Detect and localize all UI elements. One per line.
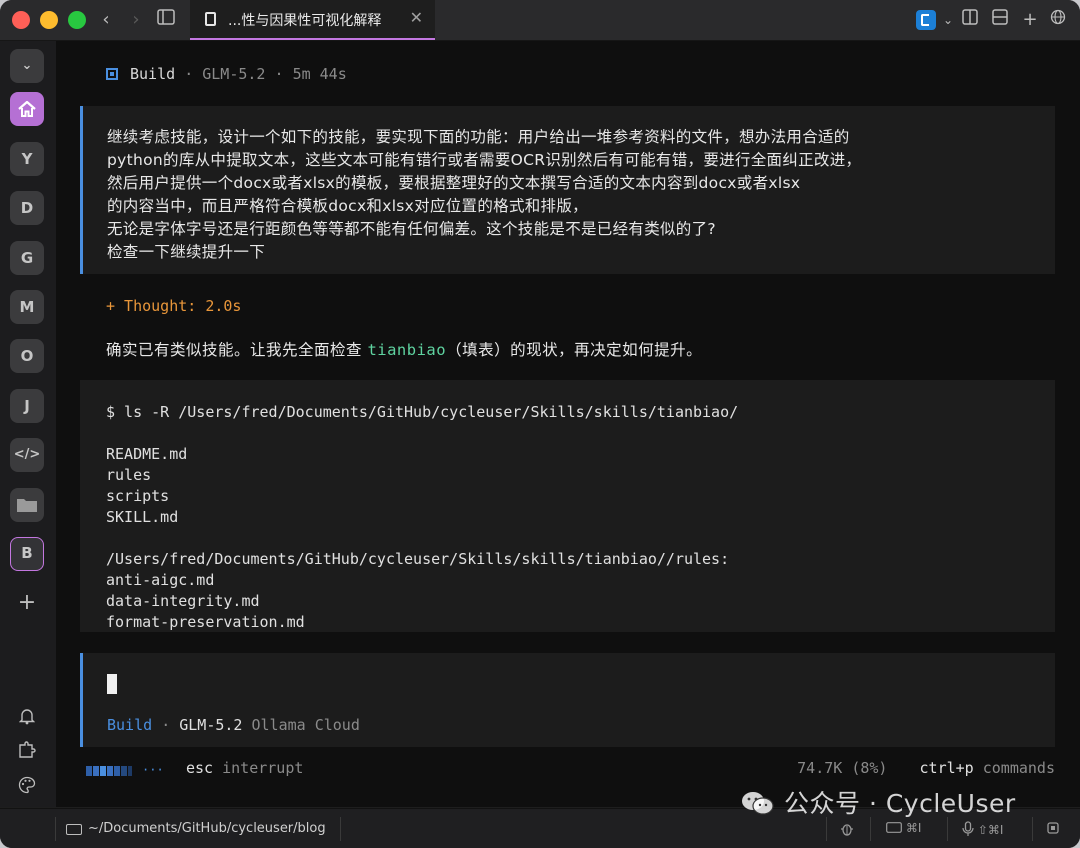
shortcut-label: ⌘I xyxy=(905,821,922,835)
microphone-icon xyxy=(962,821,974,836)
esc-key: esc xyxy=(186,759,214,777)
current-path[interactable]: ~/Documents/GitHub/cycleuser/blog xyxy=(88,821,326,836)
user-message-line: 继续考虑技能，设计一个如下的技能，要实现下面的功能：用户给出一堆参考资料的文件，… xyxy=(107,128,850,146)
assistant-reply: 确实已有类似技能。让我先全面检查 tianbiao（填表）的现状，再决定如何提升… xyxy=(106,338,702,360)
user-message-line: 的内容当中，而且严格符合模板docx和xlsx对应位置的格式和排版， xyxy=(107,197,588,215)
workspace-d[interactable]: D xyxy=(10,191,44,225)
keyboard-icon xyxy=(886,822,902,833)
home-button[interactable] xyxy=(10,92,44,126)
input-mode[interactable]: Build xyxy=(107,716,152,734)
workspace-sidebar: ⌄ Y D G M O J </> B + xyxy=(0,41,56,807)
wechat-logo-icon xyxy=(742,792,774,815)
output-line: README.md xyxy=(106,445,188,463)
voice-shortcut[interactable]: ⇧⌘I xyxy=(962,821,1003,837)
user-message-line: 检查一下继续提升一下 xyxy=(107,243,266,261)
output-line: anti-aigc.md xyxy=(106,571,215,589)
workspace-m[interactable]: M xyxy=(10,290,44,324)
session-header: Build · GLM-5.2 · 5m 44s xyxy=(106,65,347,83)
commands-key: ctrl+p xyxy=(919,759,974,777)
folder-icon xyxy=(66,824,82,835)
plugin-icon[interactable] xyxy=(14,741,40,767)
workspace-b[interactable]: B xyxy=(10,537,44,571)
split-vertical-icon[interactable] xyxy=(958,8,982,32)
input-model[interactable]: GLM-5.2 xyxy=(179,716,242,734)
new-tab-icon[interactable]: + xyxy=(1018,8,1042,32)
document-icon xyxy=(205,12,216,26)
output-line: scripts xyxy=(106,487,170,505)
chevron-down-icon[interactable]: ⌄ xyxy=(936,8,960,32)
user-message-line: 然后用户提供一个docx或者xlsx的模板，要根据整理好的文本撰写合适的文本内容… xyxy=(107,174,801,192)
esc-action: interrupt xyxy=(222,759,304,777)
text-cursor xyxy=(107,674,117,694)
keyboard-shortcut[interactable]: ⌘I xyxy=(886,821,921,835)
vscode-icon[interactable] xyxy=(916,10,936,30)
forward-icon[interactable]: › xyxy=(124,8,148,32)
folder-icon xyxy=(17,499,37,512)
output-line: data-integrity.md xyxy=(106,592,260,610)
separator: · xyxy=(184,65,194,83)
command-output: $ ls -R /Users/fred/Documents/GitHub/cyc… xyxy=(80,380,1055,632)
terminal-pane: Build · GLM-5.2 · 5m 44s 继续考虑技能，设计一个如下的技… xyxy=(56,41,1080,807)
palette-icon[interactable] xyxy=(14,776,40,802)
tab-close-icon[interactable]: ✕ xyxy=(410,8,423,27)
workspace-g[interactable]: G xyxy=(10,241,44,275)
session-mode: Build xyxy=(130,65,176,83)
reply-text: 确实已有类似技能。让我先全面检查 xyxy=(106,341,368,359)
app-window: ‹ › ...性与因果性可视化解释 ✕ ⌄ + ⌄ Y D G M O J </… xyxy=(0,0,1080,848)
close-window-button[interactable] xyxy=(12,11,30,29)
bell-icon[interactable] xyxy=(14,707,40,733)
progress-spinner: ··· xyxy=(86,762,164,780)
output-line: rules xyxy=(106,466,152,484)
separator: · xyxy=(161,716,171,734)
thought-toggle[interactable]: + Thought: 2.0s xyxy=(106,297,241,315)
footer-right: 74.7K (8%) ctrl+p commands xyxy=(797,759,1055,777)
user-message: 继续考虑技能，设计一个如下的技能，要实现下面的功能：用户给出一堆参考资料的文件，… xyxy=(80,106,1055,274)
code-icon[interactable]: </> xyxy=(10,438,44,472)
tab-active[interactable]: ...性与因果性可视化解释 ✕ xyxy=(190,0,435,40)
output-line: format-preservation.md xyxy=(106,613,305,631)
workspace-o[interactable]: O xyxy=(10,339,44,373)
input-provider: Ollama Cloud xyxy=(251,716,360,734)
chip-icon[interactable] xyxy=(1046,821,1060,838)
globe-icon[interactable] xyxy=(1046,8,1070,32)
watermark: 公众号 · CycleUser xyxy=(740,784,1016,820)
workspace-j[interactable]: J xyxy=(10,389,44,423)
add-workspace-icon[interactable]: + xyxy=(14,590,40,616)
session-elapsed: 5m 44s xyxy=(292,65,347,83)
shortcut-label: ⇧⌘I xyxy=(977,823,1004,837)
reply-text: （填表）的现状，再决定如何提升。 xyxy=(446,341,703,359)
title-bar: ‹ › ...性与因果性可视化解释 ✕ ⌄ + xyxy=(0,0,1080,41)
output-line: SKILL.md xyxy=(106,508,179,526)
maximize-window-button[interactable] xyxy=(68,11,86,29)
separator: · xyxy=(274,65,284,83)
user-message-line: python的库从中提取文本，这些文本可能有错行或者需要OCR识别然后有可能有错… xyxy=(107,151,862,169)
interrupt-hint: esc interrupt xyxy=(186,759,303,777)
token-usage: 74.7K (8%) xyxy=(797,759,888,777)
reply-highlight: tianbiao xyxy=(367,341,447,359)
home-icon xyxy=(18,100,36,117)
folder-button[interactable] xyxy=(10,488,44,522)
tab-title: ...性与因果性可视化解释 xyxy=(228,13,382,29)
input-status: Build · GLM-5.2 Ollama Cloud xyxy=(107,716,360,734)
build-icon xyxy=(106,68,118,80)
user-message-line: 无论是字体字号还是行距颜色等等都不能有任何偏差。这个技能是不是已经有类似的了? xyxy=(107,220,716,238)
collapse-icon[interactable]: ⌄ xyxy=(10,49,44,83)
output-line: /Users/fred/Documents/GitHub/cycleuser/S… xyxy=(106,550,730,568)
watermark-text: 公众号 · CycleUser xyxy=(784,789,1016,818)
session-model: GLM-5.2 xyxy=(202,65,266,83)
footer-bar: ··· esc interrupt 74.7K (8%) ctrl+p comm… xyxy=(80,757,1055,779)
command-prompt: $ ls -R /Users/fred/Documents/GitHub/cyc… xyxy=(106,403,739,421)
back-icon[interactable]: ‹ xyxy=(94,8,118,32)
prompt-input[interactable]: Build · GLM-5.2 Ollama Cloud xyxy=(80,653,1055,747)
split-horizontal-icon[interactable] xyxy=(988,8,1012,32)
commands-label[interactable]: commands xyxy=(983,759,1055,777)
workspace-y[interactable]: Y xyxy=(10,142,44,176)
sidebar-toggle-icon[interactable] xyxy=(154,8,178,32)
minimize-window-button[interactable] xyxy=(40,11,58,29)
bug-icon[interactable] xyxy=(840,821,854,840)
